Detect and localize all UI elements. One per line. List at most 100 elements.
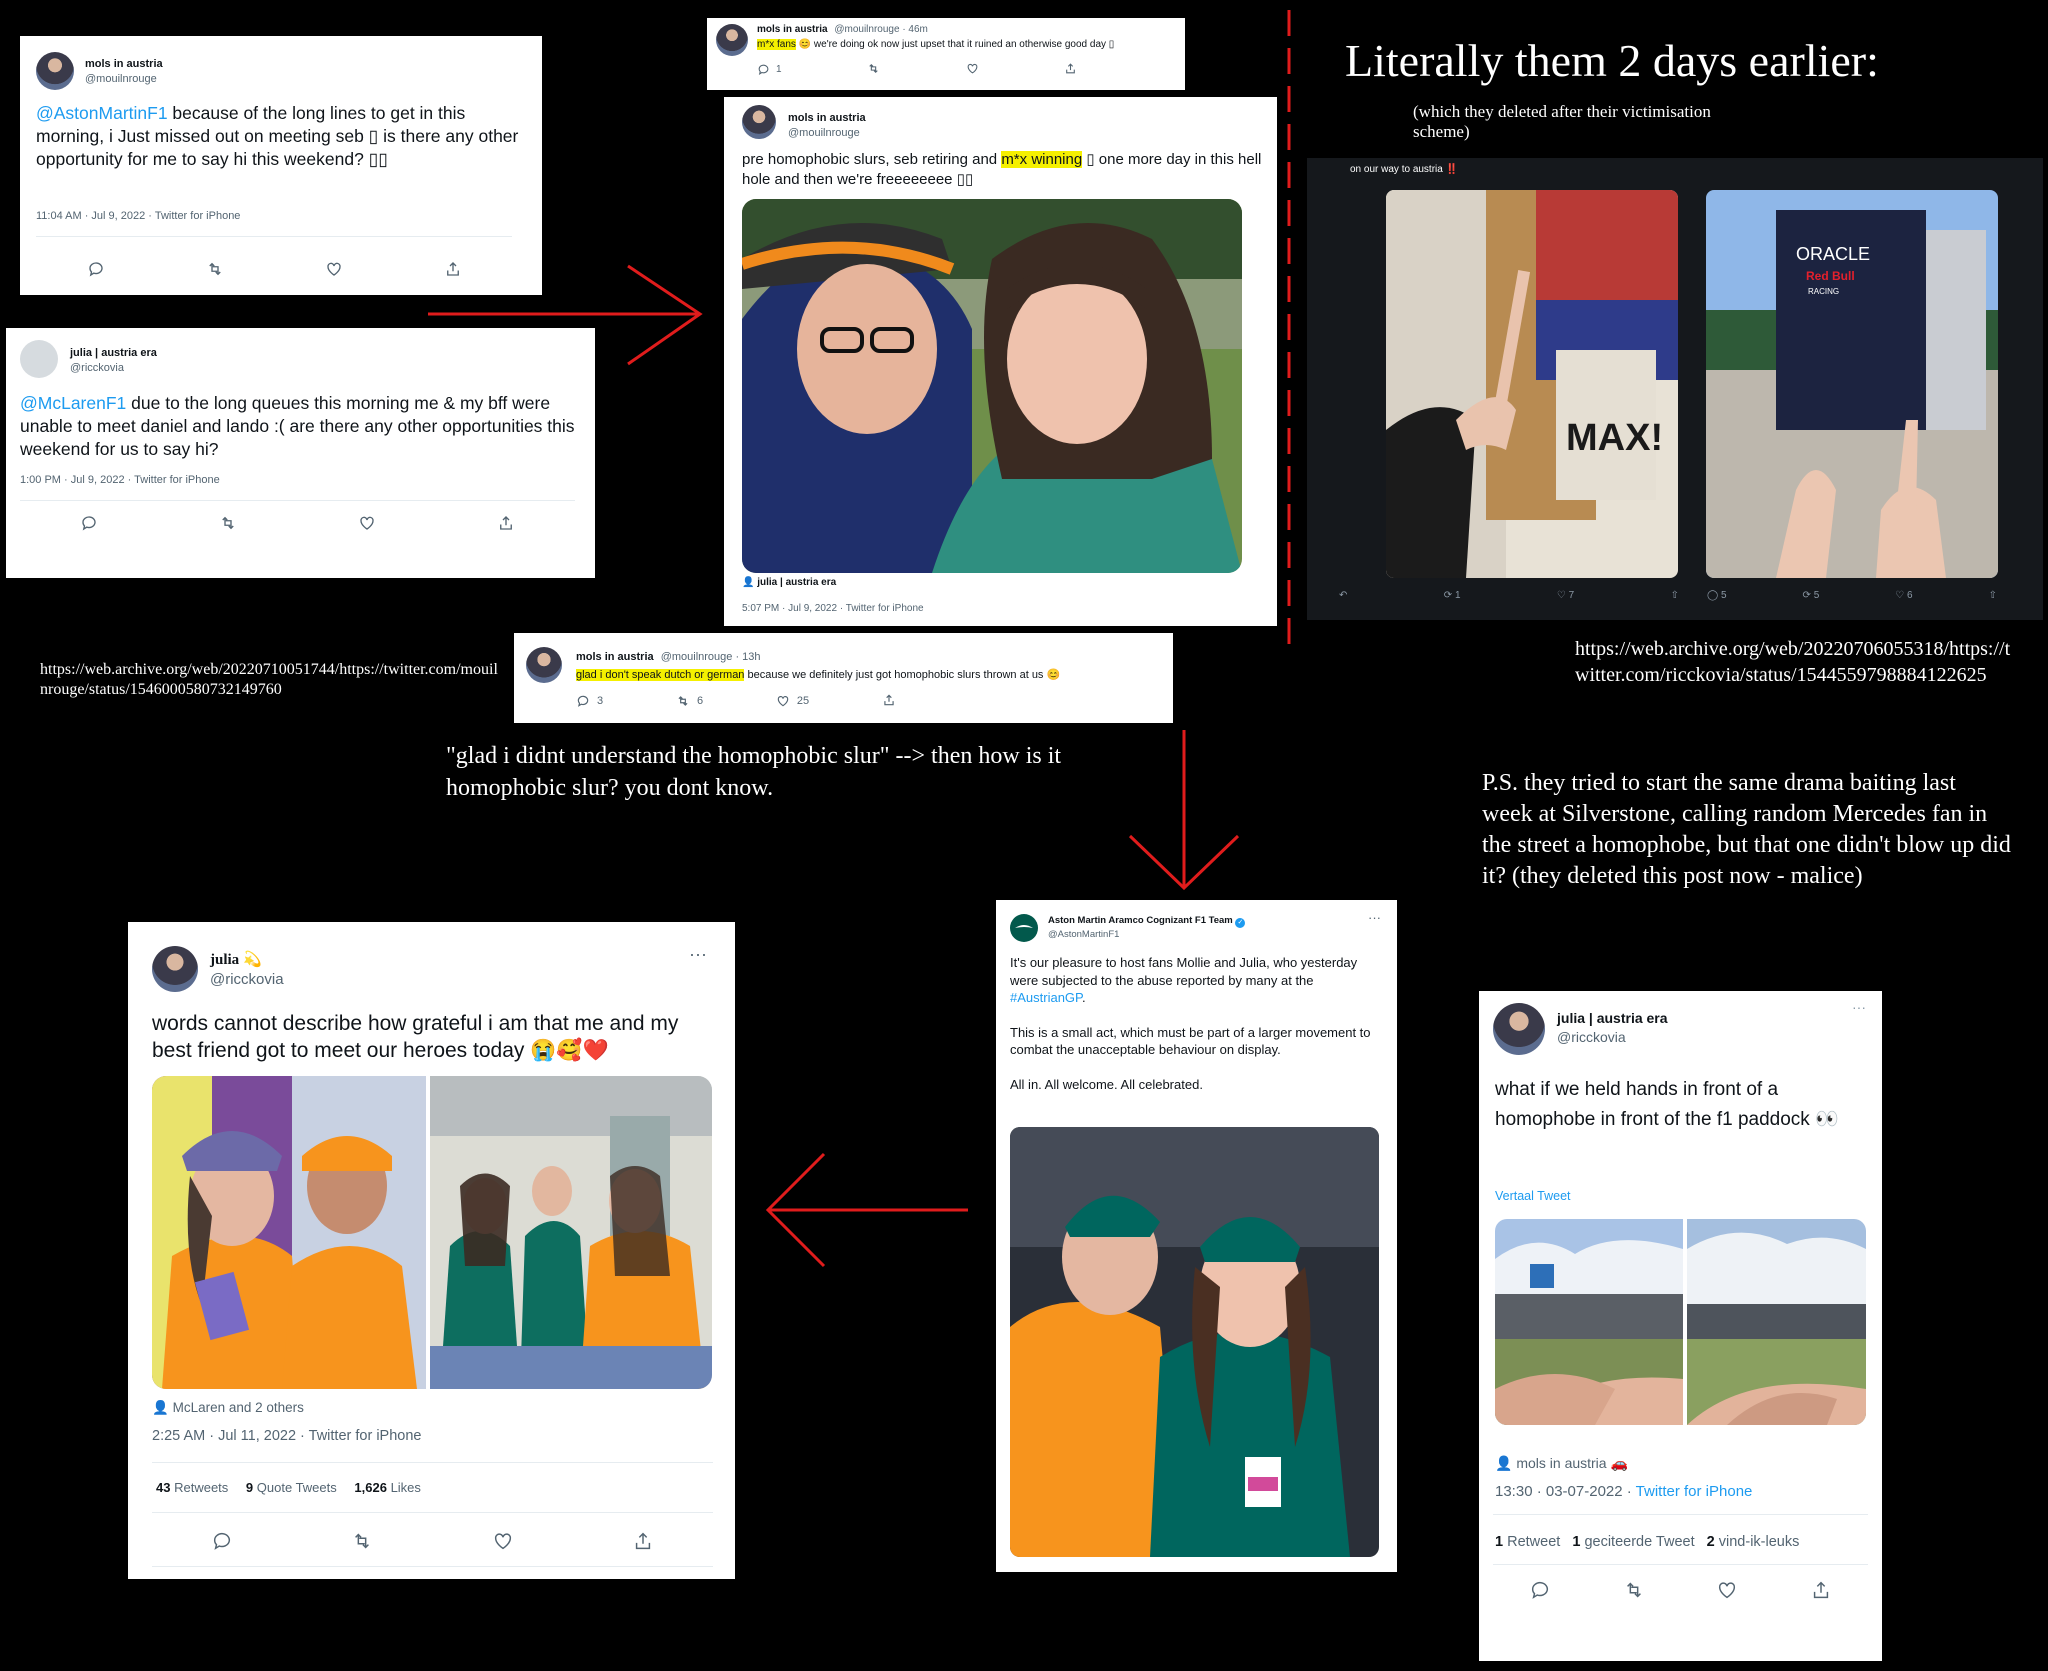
tweet-timestamp[interactable]: 11:04 AM · Jul 9, 2022 · Twitter for iPh… bbox=[36, 210, 240, 222]
media-tag[interactable]: 👤 julia | austria era bbox=[742, 577, 836, 588]
archive-url-left[interactable]: https://web.archive.org/web/202207100517… bbox=[40, 660, 500, 700]
author-handle[interactable]: @ricckovia bbox=[1557, 1028, 1668, 1047]
reply-icon[interactable] bbox=[211, 1530, 233, 1552]
reply-icon[interactable] bbox=[80, 514, 98, 532]
reply-icon[interactable]: ↶ bbox=[1339, 590, 1347, 601]
like-icon[interactable] bbox=[492, 1530, 514, 1552]
likes-stat[interactable]: 2 vind-ik-leuks bbox=[1707, 1534, 1800, 1550]
hashtag-link[interactable]: #AustrianGP bbox=[1010, 990, 1082, 1005]
like-icon[interactable] bbox=[325, 260, 343, 278]
retweet-icon[interactable] bbox=[351, 1530, 373, 1552]
tweet-text: It's our pleasure to host fans Mollie an… bbox=[1010, 955, 1371, 1092]
tweet-mols-selfie[interactable]: mols in austria @mouilnrouge pre homopho… bbox=[724, 97, 1277, 626]
retweet-icon[interactable] bbox=[867, 62, 880, 75]
retweets-stat[interactable]: 1 Retweet bbox=[1495, 1534, 1560, 1550]
retweet-button[interactable]: ⟳ 5 bbox=[1803, 590, 1820, 601]
archive-url-right[interactable]: https://web.archive.org/web/202207060553… bbox=[1575, 636, 2015, 688]
author-name[interactable]: julia | austria era bbox=[70, 346, 157, 361]
tweet-text: words cannot describe how grateful i am … bbox=[152, 1012, 679, 1062]
avatar[interactable] bbox=[742, 105, 776, 139]
more-options-icon[interactable]: ··· bbox=[1368, 910, 1381, 925]
like-button[interactable]: ♡ 6 bbox=[1895, 590, 1912, 601]
author-handle[interactable]: @ricckovia bbox=[70, 361, 157, 376]
translate-link[interactable]: Vertaal Tweet bbox=[1495, 1189, 1571, 1203]
photo-astonmartin[interactable] bbox=[430, 1076, 712, 1389]
author-handle[interactable]: @AstonMartinF1 bbox=[1048, 928, 1245, 941]
share-icon[interactable] bbox=[497, 514, 515, 532]
tweet-mols-reply-small[interactable]: mols in austria @mouilnrouge · 46m m*x f… bbox=[707, 18, 1185, 90]
avatar[interactable] bbox=[36, 52, 74, 90]
share-icon[interactable] bbox=[1064, 62, 1077, 75]
share-icon[interactable] bbox=[632, 1530, 654, 1552]
engagement-stats: 1 Retweet 1 geciteerde Tweet 2 vind-ik-l… bbox=[1495, 1534, 1799, 1550]
avatar[interactable] bbox=[20, 340, 58, 378]
tweet-julia-grateful[interactable]: julia 💫 @ricckovia ··· words cannot desc… bbox=[128, 922, 735, 1579]
author-name[interactable]: Aston Martin Aramco Cognizant F1 Team ✓ bbox=[1048, 914, 1246, 928]
quotes-stat[interactable]: 9 Quote Tweets bbox=[246, 1480, 337, 1495]
mention-link[interactable]: @AstonMartinF1 bbox=[36, 103, 168, 123]
retweet-icon[interactable] bbox=[206, 260, 224, 278]
magazine-photo[interactable]: MAX! bbox=[1386, 190, 1678, 578]
author-name[interactable]: julia 💫 bbox=[210, 950, 284, 970]
media-tag[interactable]: 👤 McLaren and 2 others bbox=[152, 1400, 304, 1416]
tweet-timestamp[interactable]: 13:30 · 03-07-2022 · Twitter for iPhone bbox=[1495, 1483, 1752, 1500]
tweet-mols-slurs[interactable]: mols in austria @mouilnrouge · 13h glad … bbox=[514, 633, 1173, 723]
divider bbox=[152, 1462, 713, 1463]
author-name[interactable]: julia | austria era bbox=[1557, 1009, 1668, 1028]
share-icon[interactable] bbox=[1810, 1579, 1832, 1601]
photo-mclaren[interactable] bbox=[152, 1076, 426, 1389]
tweet-timestamp[interactable]: 2:25 AM · Jul 11, 2022 · Twitter for iPh… bbox=[152, 1428, 421, 1444]
more-options-icon[interactable]: ··· bbox=[1852, 999, 1866, 1015]
like-icon[interactable] bbox=[1716, 1579, 1738, 1601]
share-icon[interactable]: ⇧ bbox=[1989, 590, 1997, 601]
selfie-photo[interactable] bbox=[742, 199, 1242, 573]
retweet-icon[interactable] bbox=[219, 514, 237, 532]
author-handle[interactable]: @mouilnrouge · 46m bbox=[834, 24, 928, 35]
retweet-button[interactable]: ⟳ 1 bbox=[1444, 590, 1461, 601]
avatar[interactable] bbox=[1493, 1003, 1545, 1055]
tweet-julia-holdhands[interactable]: julia | austria era @ricckovia ··· what … bbox=[1479, 991, 1882, 1661]
tweet-astonmartin-team[interactable]: Aston Martin Aramco Cognizant F1 Team ✓ … bbox=[996, 900, 1397, 1572]
author-name[interactable]: mols in austria bbox=[757, 24, 828, 35]
author-handle[interactable]: @mouilnrouge · 13h bbox=[661, 651, 761, 663]
reply-icon[interactable] bbox=[1529, 1579, 1551, 1601]
retweet-button[interactable]: 6 bbox=[676, 693, 703, 709]
tweet-timestamp[interactable]: 1:00 PM · Jul 9, 2022 · Twitter for iPho… bbox=[20, 474, 220, 486]
redbull-truck-photo[interactable]: ORACLE Red Bull RACING bbox=[1706, 190, 1998, 578]
reply-button[interactable]: 1 bbox=[757, 62, 782, 76]
author-handle[interactable]: @mouilnrouge bbox=[788, 126, 866, 141]
dark-tweet-on-our-way[interactable]: on our way to austria ‼️ MAX! ORACLE Red… bbox=[1307, 158, 2043, 620]
tweet-timestamp[interactable]: 5:07 PM · Jul 9, 2022 · Twitter for iPho… bbox=[742, 603, 924, 614]
quotes-stat[interactable]: 1 geciteerde Tweet bbox=[1572, 1534, 1694, 1550]
handholding-photo-left[interactable] bbox=[1495, 1219, 1683, 1425]
more-options-icon[interactable]: ··· bbox=[689, 944, 707, 965]
author-name[interactable]: mols in austria bbox=[576, 651, 654, 663]
like-button[interactable]: ♡ 7 bbox=[1557, 590, 1574, 601]
media-tag[interactable]: 👤 mols in austria 🚗 bbox=[1495, 1455, 1628, 1472]
astonmartin-logo-icon[interactable] bbox=[1010, 914, 1038, 942]
author-name[interactable]: mols in austria bbox=[788, 111, 866, 126]
fans-vip-photo[interactable] bbox=[1010, 1127, 1379, 1557]
retweet-icon[interactable] bbox=[1623, 1579, 1645, 1601]
handholding-photo-right[interactable] bbox=[1687, 1219, 1866, 1425]
reply-icon[interactable] bbox=[87, 260, 105, 278]
mention-link[interactable]: @McLarenF1 bbox=[20, 393, 126, 413]
reply-button[interactable]: 3 bbox=[576, 693, 603, 709]
like-icon[interactable] bbox=[358, 514, 376, 532]
author-handle[interactable]: @mouilnrouge bbox=[85, 72, 163, 87]
like-count: 25 bbox=[796, 695, 810, 707]
reply-button[interactable]: ◯ 5 bbox=[1707, 590, 1727, 601]
retweets-stat[interactable]: 43 Retweets bbox=[156, 1480, 228, 1495]
avatar[interactable] bbox=[716, 24, 748, 56]
share-icon[interactable]: ⇧ bbox=[1671, 590, 1679, 601]
avatar[interactable] bbox=[152, 946, 198, 992]
author-handle[interactable]: @ricckovia bbox=[210, 970, 284, 990]
author-name[interactable]: mols in austria bbox=[85, 57, 163, 72]
like-button[interactable]: 25 bbox=[776, 693, 809, 709]
share-icon[interactable] bbox=[882, 693, 896, 707]
likes-stat[interactable]: 1,626 Likes bbox=[354, 1480, 421, 1495]
avatar[interactable] bbox=[526, 647, 562, 683]
like-icon[interactable] bbox=[966, 62, 979, 75]
magazine-title: MAX! bbox=[1566, 417, 1663, 459]
tweet-mols-astonmartin[interactable]: mols in austria @mouilnrouge @AstonMarti… bbox=[20, 36, 542, 295]
